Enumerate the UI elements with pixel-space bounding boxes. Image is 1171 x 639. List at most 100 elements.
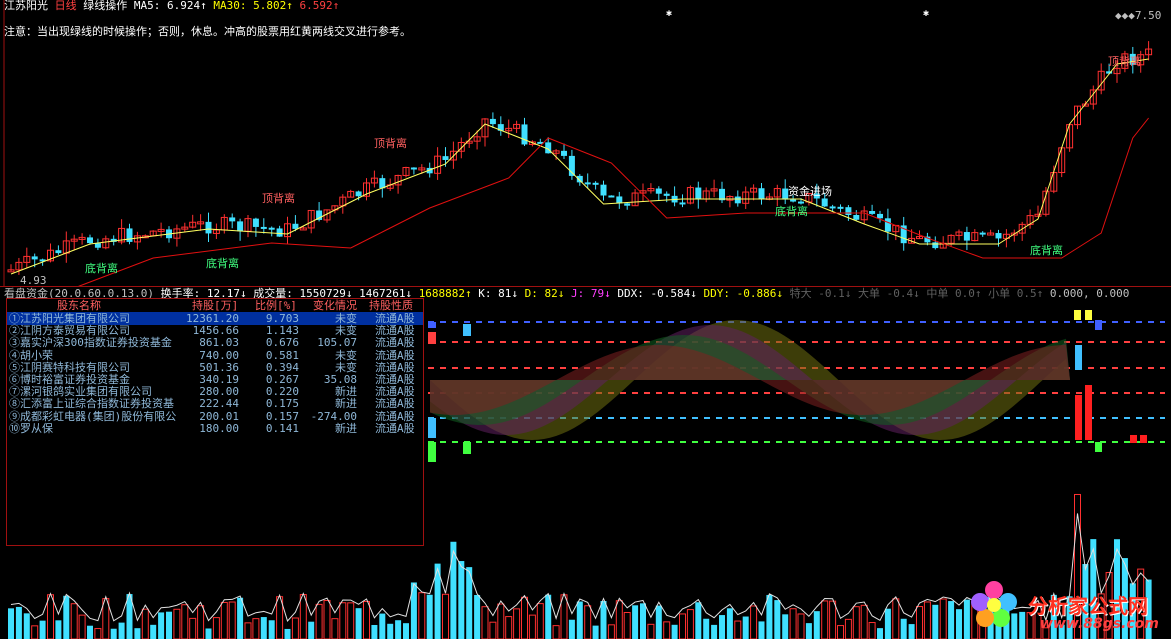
volume-bar (821, 600, 829, 639)
volume-bar (323, 599, 331, 639)
volume-bar (23, 613, 30, 639)
watermark-title: 分析家公式网 (1028, 594, 1148, 618)
candle-body (877, 213, 883, 219)
ddx-value: DDX: -0.584↓ (617, 287, 697, 300)
column-header[interactable]: 比例[%] (255, 299, 297, 312)
indicator-bar (1140, 435, 1147, 443)
volume-bar (78, 614, 86, 639)
volume-bar (371, 624, 378, 639)
volume-bar (379, 613, 386, 639)
table-cell: 0.394 (265, 360, 299, 374)
indicator-bar (1075, 395, 1082, 440)
table-cell: 0.141 (265, 421, 299, 435)
volume-bar (395, 620, 402, 639)
candle-body (734, 196, 741, 204)
volume-bar (923, 601, 931, 639)
volume-bar (837, 625, 844, 639)
shareholder-table[interactable]: 股东名称 持股[万] 比例[%] 变化情况 持股性质 ①江苏阳光集团有限公司 12… (6, 298, 424, 546)
volume-bar (734, 620, 742, 639)
volume-bar (166, 611, 172, 639)
candle-body (790, 199, 797, 202)
volume-bar (94, 628, 102, 639)
volume-bar (711, 624, 718, 639)
volume-bar (916, 606, 923, 639)
capital-in-label: 资金进场 (788, 185, 832, 198)
volume-bar (497, 603, 505, 639)
candle-body (355, 191, 362, 197)
volume-bar (647, 623, 655, 639)
small-order: 小单 0.5↑ (988, 287, 1044, 300)
table-row[interactable]: ④胡小荣 740.00 0.581 未变 流通A股 (7, 349, 423, 362)
table-cell: 9.703 (265, 312, 299, 325)
table-cell: 流通A股 (375, 409, 415, 423)
table-cell: 新进 (335, 421, 357, 435)
table-row[interactable]: ⑩罗从保 180.00 0.141 新进 流通A股 (7, 422, 423, 435)
table-cell: -274.00 (310, 409, 357, 423)
volume-bar (268, 620, 275, 639)
volume-bar (774, 600, 781, 639)
candle-body (561, 150, 567, 156)
volume-bar (655, 605, 662, 639)
volume-bar (55, 620, 62, 639)
table-row[interactable]: ③嘉实沪深300指数证券投资基金 861.03 0.676 105.07 流通A股 (7, 336, 423, 349)
table-cell: 861.03 (199, 336, 239, 350)
volume-bar (797, 613, 805, 639)
bottom-divergence-label: 底背离 (775, 205, 808, 218)
table-cell: 105.07 (317, 336, 357, 350)
table-row[interactable]: ⑤江阴赛特科技有限公司 501.36 0.394 未变 流通A股 (7, 361, 423, 374)
volume-bar (189, 617, 197, 639)
volume-bar (63, 595, 70, 639)
volume-bar (528, 614, 536, 639)
indicator-bar (428, 322, 436, 328)
table-cell: 501.36 (199, 360, 239, 374)
table-cell: 0.175 (265, 397, 299, 411)
table-header: 股东名称 持股[万] 比例[%] 变化情况 持股性质 (7, 299, 423, 312)
candle-body (94, 243, 101, 248)
volume-bar (584, 605, 592, 639)
volume-bar (844, 618, 852, 639)
table-row[interactable]: ⑨成都彩虹电器(集团)股份有限公 200.01 0.157 -274.00 流通A股 (7, 410, 423, 423)
indicator-bar (1085, 385, 1092, 440)
ddy-value: DDY: -0.886↓ (703, 287, 784, 300)
table-cell: ⑧汇添富上证综合指数证券投资基 (9, 397, 174, 411)
volume-bar (387, 623, 394, 639)
column-header[interactable]: 变化情况 (313, 299, 357, 312)
volume-bar (205, 628, 212, 639)
table-cell: 流通A股 (375, 360, 415, 374)
volume-3: 1688882↑ (418, 287, 472, 300)
volume-bar (70, 603, 78, 639)
volume-bar (339, 602, 347, 639)
table-cell: 新进 (335, 397, 357, 411)
volume-bar (1019, 611, 1026, 639)
candle-body (276, 228, 283, 237)
candle-body (31, 256, 38, 260)
volume-bar (852, 606, 860, 639)
volume-bar (31, 625, 39, 639)
table-row[interactable]: ⑧汇添富上证综合指数证券投资基 222.44 0.175 新进 流通A股 (7, 397, 423, 410)
volume-bar (782, 614, 789, 639)
table-cell: ④胡小荣 (9, 348, 53, 362)
volume-bar (813, 611, 820, 639)
table-cell: 流通A股 (375, 397, 415, 411)
table-cell: 流通A股 (375, 421, 415, 435)
ma5-line (10, 58, 1149, 275)
volume-bar (521, 596, 528, 639)
column-header[interactable]: 持股[万] (192, 299, 238, 312)
table-cell: 未变 (335, 348, 357, 362)
top-divergence-label: 顶背离 (374, 137, 407, 150)
candlestick-chart[interactable]: ✱ ✱ (0, 0, 1171, 286)
volume-bar (284, 628, 291, 639)
volume-bar (568, 619, 575, 639)
volume-bar (900, 618, 907, 639)
table-cell: 未变 (335, 360, 357, 374)
volume-bar (355, 608, 362, 639)
volume-bar (719, 615, 725, 639)
volume-bar (173, 608, 181, 639)
column-header[interactable]: 持股性质 (369, 299, 413, 312)
column-header[interactable]: 股东名称 (57, 299, 101, 312)
indicator-bar (1095, 442, 1102, 452)
candle-body (237, 221, 244, 232)
volume-bar (15, 606, 22, 639)
candle-body (663, 193, 670, 196)
volume-bar (474, 595, 481, 639)
